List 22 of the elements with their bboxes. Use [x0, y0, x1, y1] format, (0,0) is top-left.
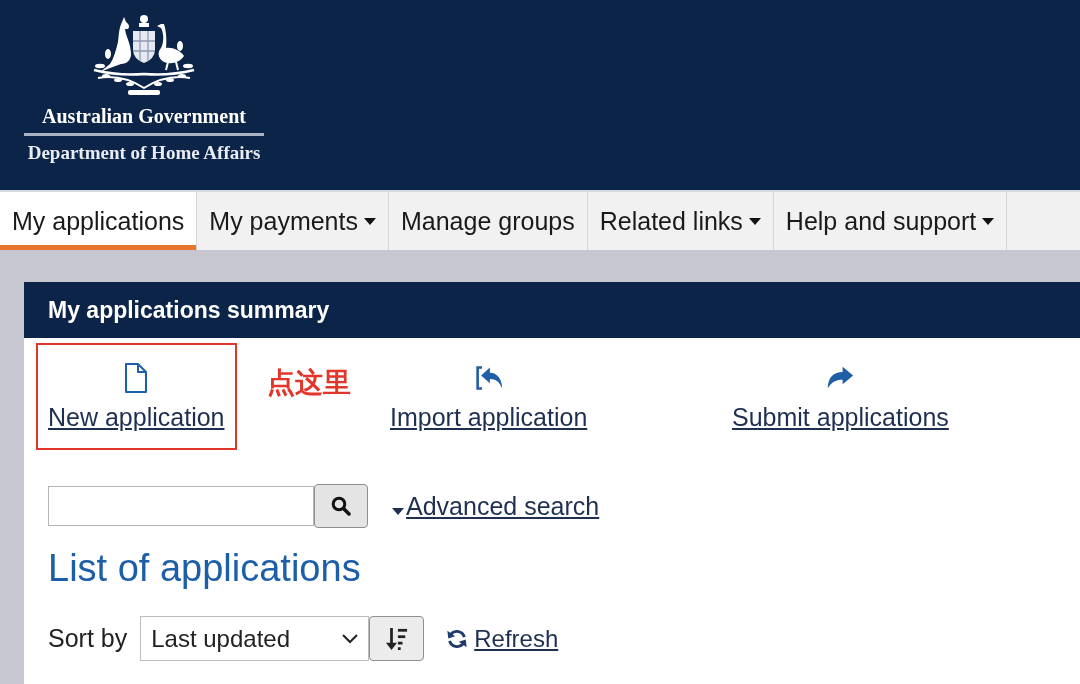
nav-tab[interactable]: My applications [0, 192, 198, 250]
sort-order-button[interactable] [369, 616, 425, 661]
list-heading: List of applications [48, 546, 361, 590]
reply-arrow-icon [474, 363, 503, 393]
agency-name: Australian Government [42, 104, 246, 128]
caret-icon [392, 507, 404, 515]
refresh-icon [446, 627, 469, 650]
search-field[interactable] [48, 486, 314, 526]
callout-text: 点这里 [266, 367, 351, 399]
advanced-search-link[interactable]: Advanced search [392, 491, 600, 521]
search-icon [331, 496, 351, 516]
sort-label: Sort by [48, 624, 128, 653]
department-name: Department of Home Affairs [27, 141, 261, 165]
search-button[interactable] [314, 484, 368, 528]
refresh-link[interactable]: Refresh [446, 624, 559, 653]
action-link[interactable]: Import application [390, 363, 588, 432]
chevron-down-icon [342, 633, 359, 644]
sort-select[interactable]: Last updated [140, 616, 370, 661]
action-link[interactable]: New application [48, 363, 225, 432]
action-link[interactable]: Submit applications [732, 363, 949, 432]
sort-descending-icon [385, 626, 408, 651]
panel-title-bar: My applications summary [24, 282, 1080, 338]
